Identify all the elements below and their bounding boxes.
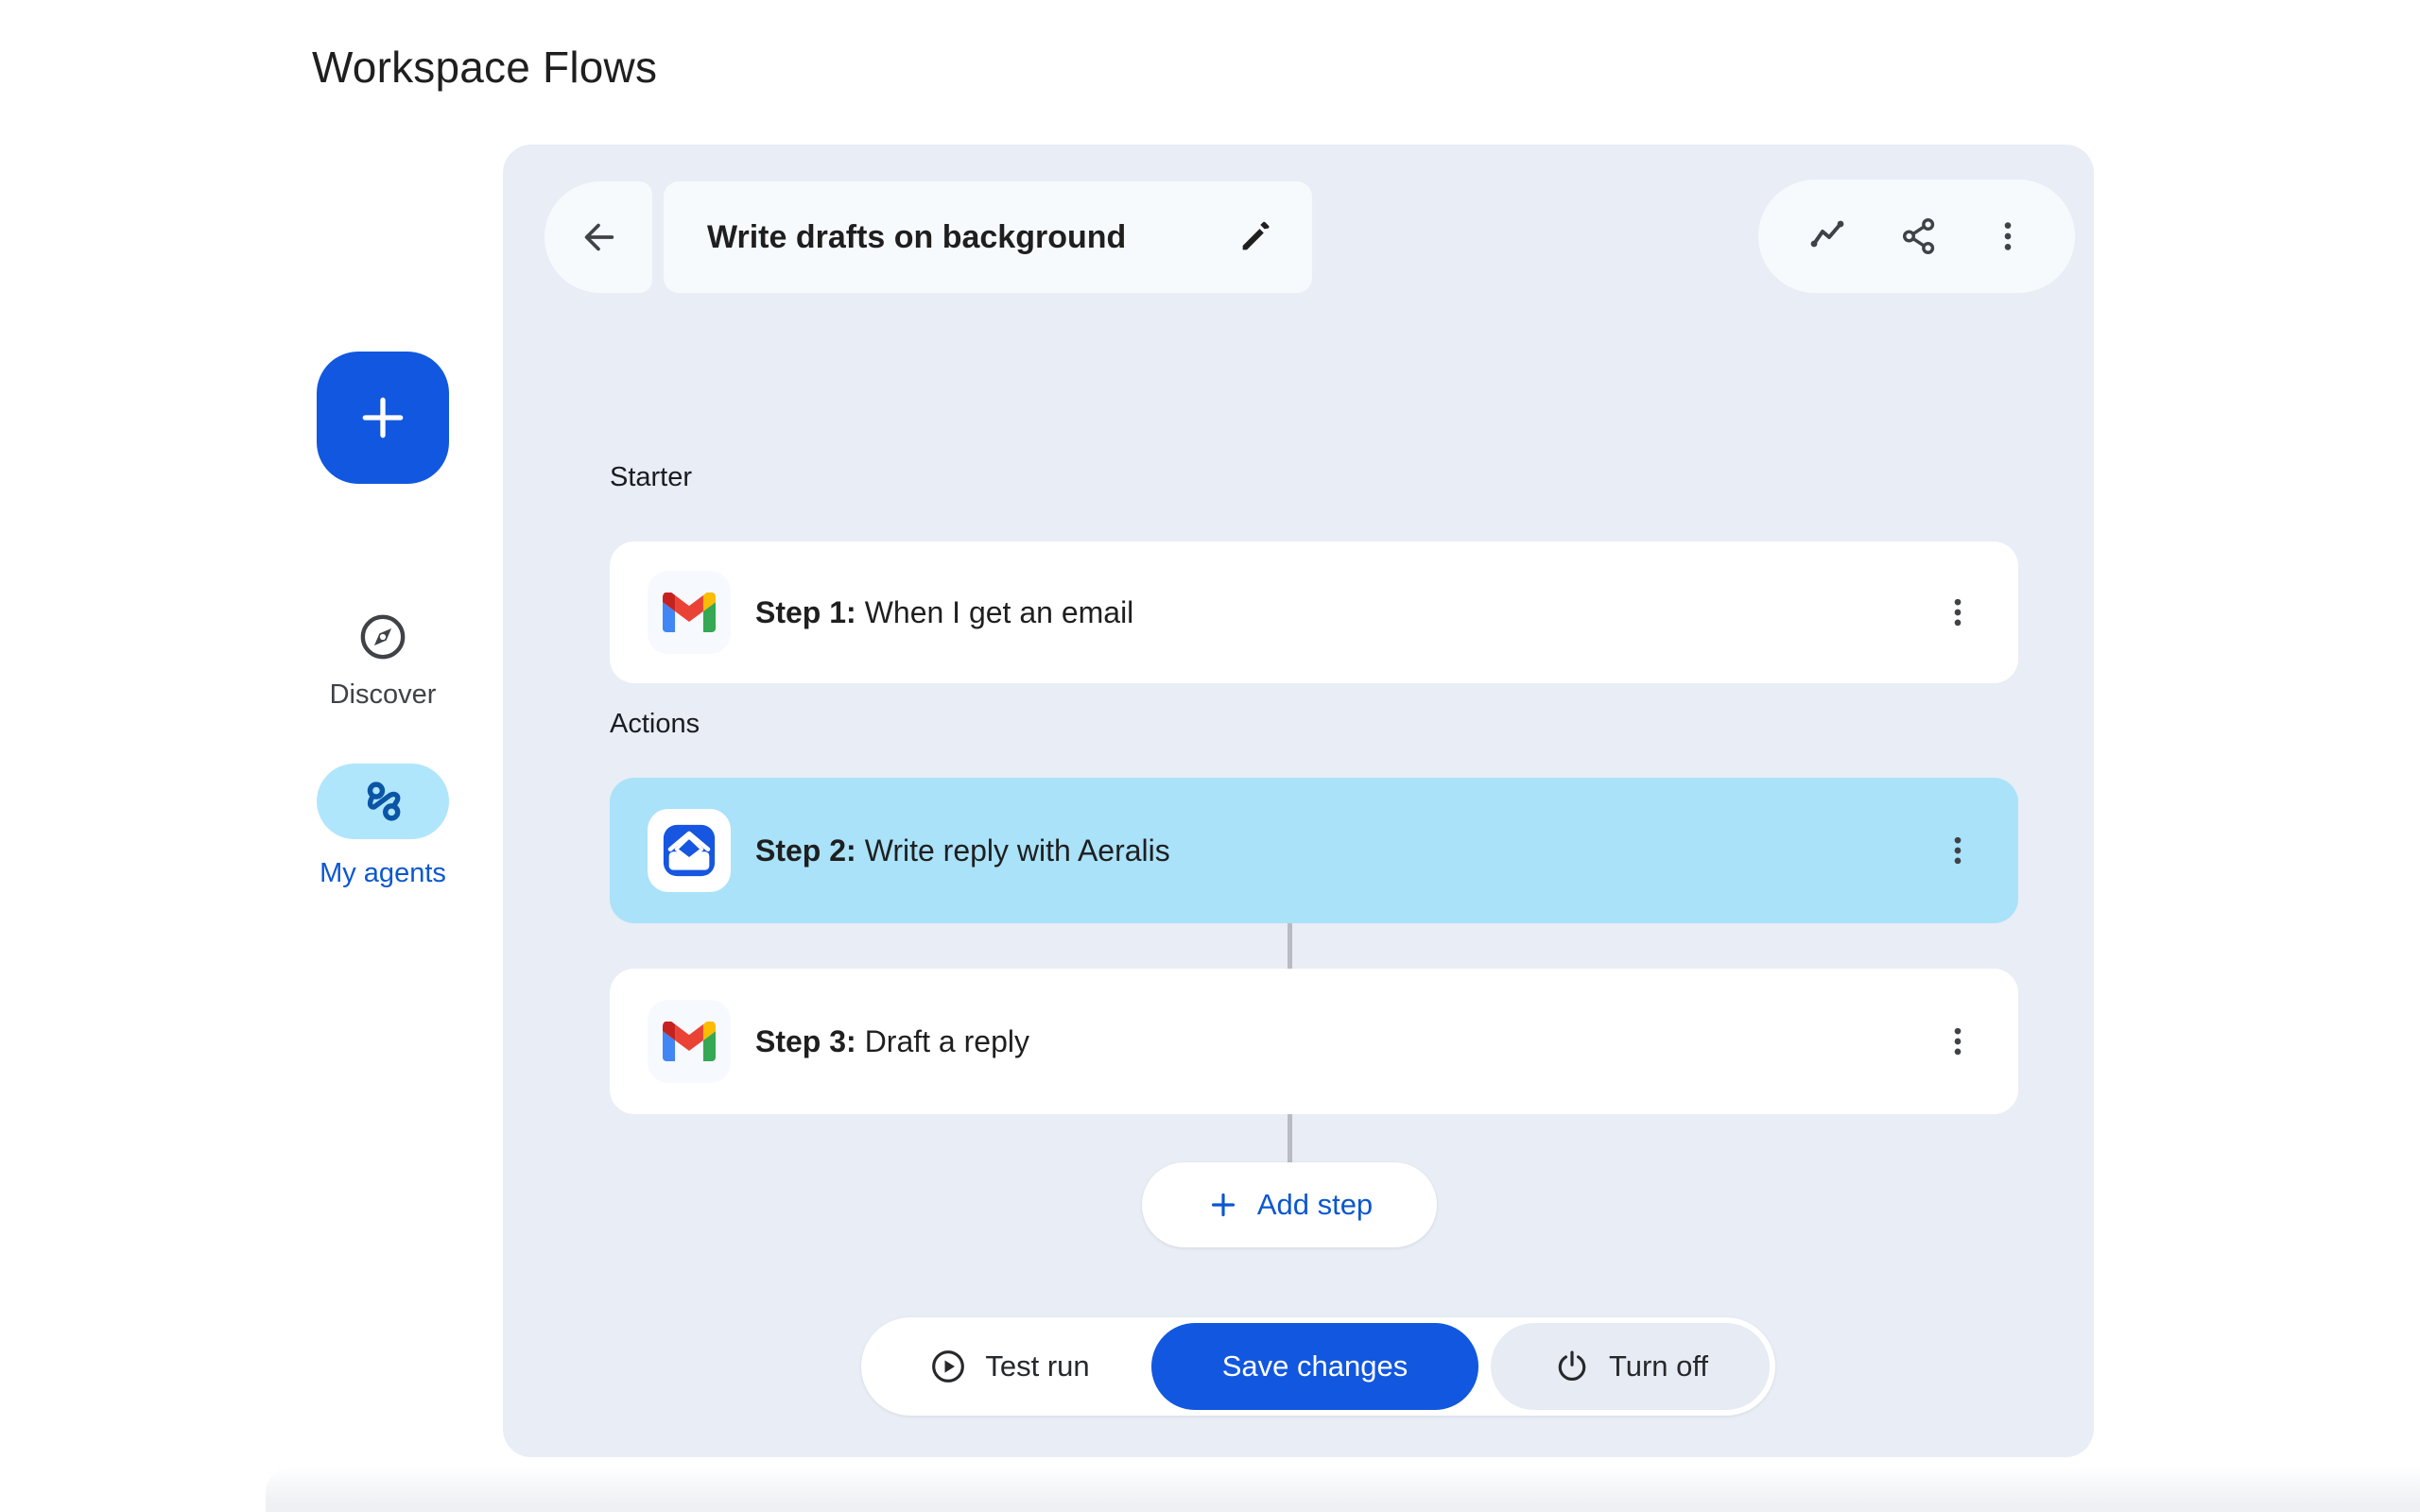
sidebar-active-pill: [317, 764, 449, 839]
bottom-edge-strip: [266, 1467, 2420, 1512]
arrow-left-icon: [577, 215, 620, 259]
step-menu-button[interactable]: [1931, 571, 1984, 654]
more-options-button[interactable]: [1988, 216, 2028, 256]
turn-off-button[interactable]: Turn off: [1491, 1323, 1770, 1410]
new-flow-button[interactable]: [317, 352, 449, 484]
page-title: Workspace Flows: [312, 42, 657, 93]
aeralis-mail-icon: [648, 809, 731, 892]
sidebar-item-my-agents[interactable]: My agents: [317, 764, 449, 889]
gmail-icon: [648, 1000, 731, 1083]
step-title: Step 3:Draft a reply: [755, 1024, 1931, 1059]
plus-icon: [353, 387, 413, 448]
sidebar-item-label: Discover: [330, 679, 437, 711]
step-title: Step 2:Write reply with Aeralis: [755, 833, 1931, 868]
test-run-button[interactable]: Test run: [867, 1323, 1151, 1410]
activity-line-icon: [1806, 214, 1851, 259]
share-button[interactable]: [1898, 215, 1942, 258]
edit-title-button[interactable]: [1236, 218, 1274, 256]
step-connector: [1288, 923, 1292, 969]
section-label-actions: Actions: [610, 709, 700, 740]
step-row-3[interactable]: Step 3:Draft a reply: [610, 969, 2018, 1114]
add-step-button[interactable]: Add step: [1142, 1162, 1437, 1247]
sidebar-item-label: My agents: [320, 858, 446, 889]
play-circle-icon: [928, 1347, 968, 1386]
flow-footer-actions: Test run Save changes Turn off: [861, 1317, 1775, 1416]
power-icon: [1552, 1347, 1592, 1386]
section-label-starter: Starter: [610, 462, 692, 493]
more-vertical-icon: [1939, 1022, 1977, 1060]
pencil-icon: [1236, 218, 1274, 256]
agents-flow-icon: [358, 777, 407, 826]
gmail-icon: [648, 571, 731, 654]
more-vertical-icon: [1939, 593, 1977, 631]
share-icon: [1898, 215, 1942, 258]
step-connector: [1288, 1114, 1292, 1162]
sidebar-item-discover[interactable]: Discover: [317, 610, 449, 711]
flow-title: Write drafts on background: [707, 219, 1126, 256]
save-changes-button[interactable]: Save changes: [1151, 1323, 1478, 1410]
step-title: Step 1:When I get an email: [755, 595, 1931, 630]
back-button[interactable]: [544, 181, 652, 293]
step-row-2-selected[interactable]: Step 2:Write reply with Aeralis: [610, 778, 2018, 923]
step-menu-button[interactable]: [1931, 809, 1984, 892]
plus-icon: [1206, 1188, 1240, 1222]
flow-toolbar: [1758, 180, 2075, 293]
step-row-1[interactable]: Step 1:When I get an email: [610, 541, 2018, 683]
activity-button[interactable]: [1806, 214, 1851, 259]
more-vertical-icon: [1988, 216, 2028, 256]
flow-title-pill[interactable]: Write drafts on background: [664, 181, 1312, 293]
compass-icon: [355, 610, 410, 664]
more-vertical-icon: [1939, 832, 1977, 869]
step-menu-button[interactable]: [1931, 1000, 1984, 1083]
flow-editor-card: Write drafts on background: [503, 145, 2094, 1457]
